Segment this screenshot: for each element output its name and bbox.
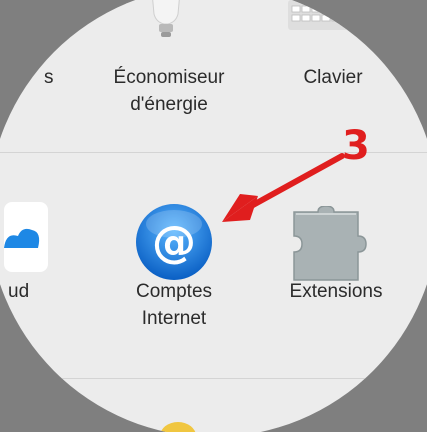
energy-saver-label[interactable]: Économiseur d'énergie [84, 64, 254, 118]
lightbulb-icon[interactable] [148, 0, 184, 40]
step-number: 3 [342, 123, 370, 169]
keyboard-label[interactable]: Clavier [278, 64, 388, 91]
extensions-label[interactable]: Extensions [266, 278, 406, 305]
at-sign-icon[interactable]: @ [134, 202, 214, 282]
red-arrow-icon [218, 150, 350, 230]
internet-accounts-label[interactable]: Comptes Internet [94, 278, 254, 332]
partial-left-label: s [44, 67, 54, 88]
cloud-icon[interactable] [4, 202, 48, 272]
row-divider [0, 378, 427, 379]
magnifier-lens: s Économiseur d'énergie Clavier @ ud Com… [0, 0, 427, 432]
icloud-partial-label[interactable]: ud [8, 278, 48, 305]
svg-text:@: @ [152, 217, 196, 268]
keyboard-icon[interactable] [288, 0, 360, 30]
yellow-icon[interactable] [158, 416, 198, 432]
magnified-preferences-view: s Économiseur d'énergie Clavier @ ud Com… [0, 0, 427, 432]
